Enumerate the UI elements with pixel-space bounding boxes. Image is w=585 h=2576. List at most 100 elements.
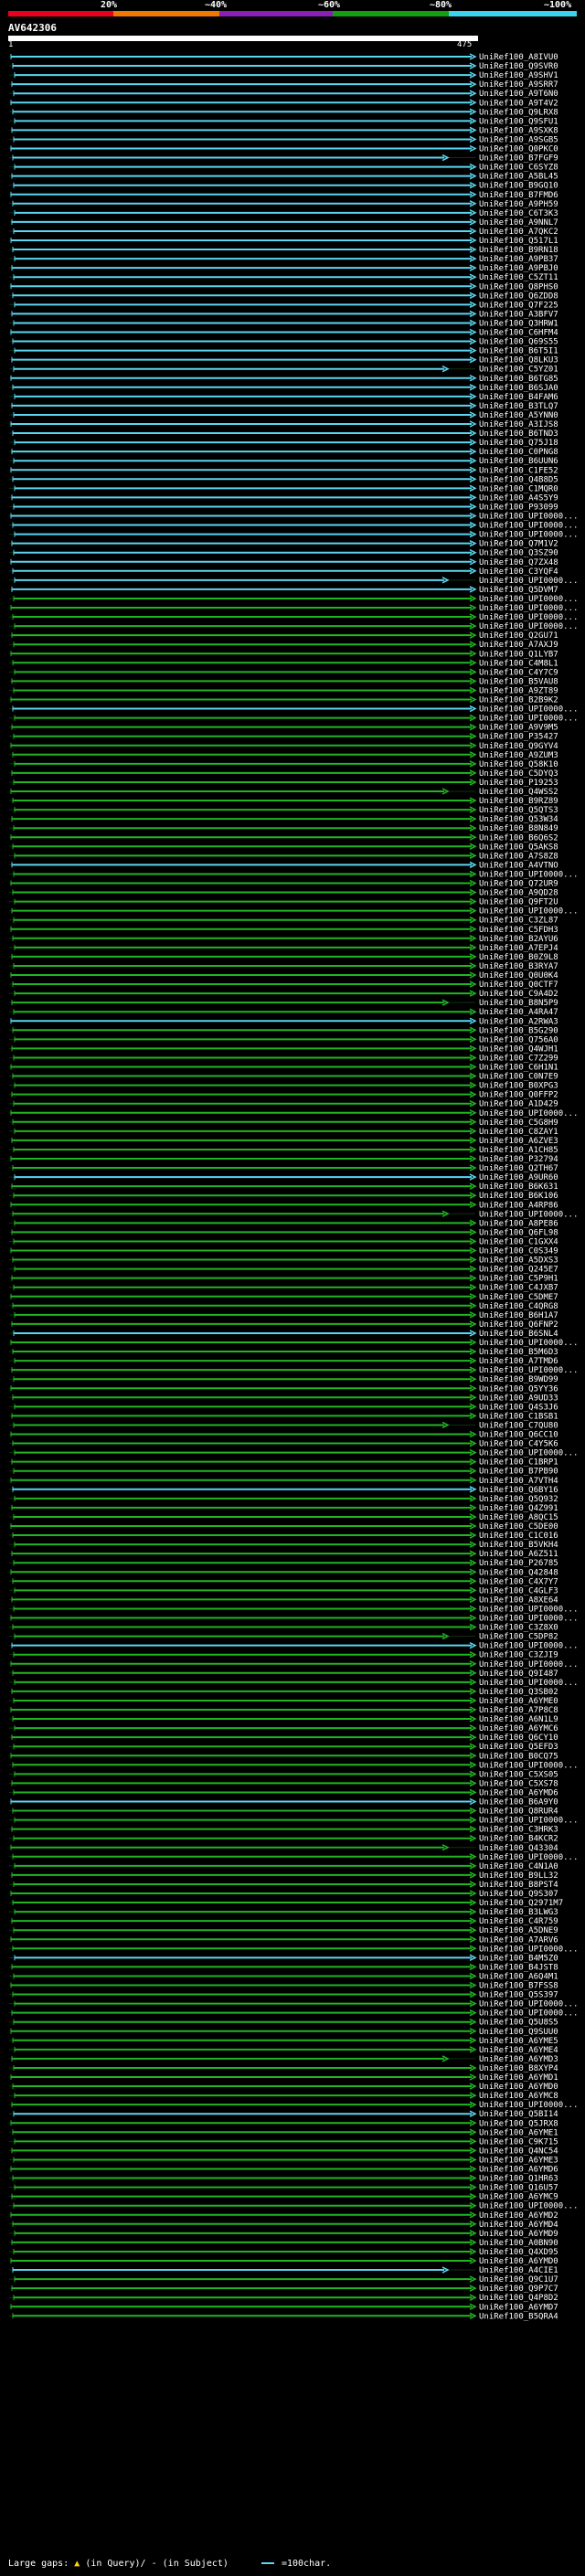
hit-label[interactable]: UniRef100_A3IJS8 [479, 420, 558, 429]
hit-label[interactable]: UniRef100_Q517L1 [479, 237, 558, 246]
hit-label[interactable]: UniRef100_C1BSB1 [479, 1412, 558, 1421]
hit-label[interactable]: UniRef100_A1CH85 [479, 1146, 558, 1155]
hit-label[interactable]: UniRef100_A4RP86 [479, 1201, 558, 1210]
hit-label[interactable]: UniRef100_Q43304 [479, 1844, 558, 1853]
hit-label[interactable]: UniRef100_Q4XD95 [479, 2248, 558, 2257]
hit-label[interactable]: UniRef100_A6YME0 [479, 1697, 558, 1706]
hit-label[interactable]: UniRef100_B6SNL4 [479, 1330, 558, 1339]
hit-label[interactable]: UniRef100_B4JST8 [479, 1963, 558, 1972]
hit-label[interactable]: UniRef100_C5DP82 [479, 1633, 558, 1642]
hit-label[interactable]: UniRef100_UPI0000... [479, 1366, 578, 1375]
hit-label[interactable]: UniRef100_Q3SZ90 [479, 549, 558, 558]
hit-label[interactable]: UniRef100_C0N7E9 [479, 1073, 558, 1082]
hit-label[interactable]: UniRef100_A6N1L9 [479, 1715, 558, 1724]
hit-label[interactable]: UniRef100_C4N1A0 [479, 1862, 558, 1871]
hit-label[interactable]: UniRef100_UPI0000... [479, 513, 578, 522]
hit-label[interactable]: UniRef100_Q6FL98 [479, 1228, 558, 1237]
hit-label[interactable]: UniRef100_C4Y5K6 [479, 1440, 558, 1449]
hit-label[interactable]: UniRef100_A9PB37 [479, 255, 558, 264]
hit-label[interactable]: UniRef100_Q4Z991 [479, 1504, 558, 1513]
hit-label[interactable]: UniRef100_A6YME3 [479, 2156, 558, 2165]
hit-label[interactable]: UniRef100_A9QD28 [479, 889, 558, 898]
hit-label[interactable]: UniRef100_B9RN18 [479, 246, 558, 255]
hit-label[interactable]: UniRef100_C1FE52 [479, 466, 558, 475]
hit-label[interactable]: UniRef100_UPI0000... [479, 1642, 578, 1651]
hit-label[interactable]: UniRef100_A6YMD4 [479, 2221, 558, 2230]
hit-label[interactable]: UniRef100_A2RWA3 [479, 1017, 558, 1026]
hit-label[interactable]: UniRef100_A9PH59 [479, 200, 558, 209]
hit-label[interactable]: UniRef100_C6T3K3 [479, 209, 558, 218]
hit-label[interactable]: UniRef100_Q2GU71 [479, 631, 558, 641]
hit-label[interactable]: UniRef100_A4CIE1 [479, 2266, 558, 2275]
hit-label[interactable]: UniRef100_A5DNE9 [479, 1926, 558, 1935]
hit-label[interactable]: UniRef100_B6TG85 [479, 375, 558, 384]
hit-label[interactable]: UniRef100_A6YMD7 [479, 2303, 558, 2312]
hit-label[interactable]: UniRef100_Q5DVM7 [479, 586, 558, 595]
hit-label[interactable]: UniRef100_Q5YY36 [479, 1384, 558, 1394]
hit-label[interactable]: UniRef100_Q4WJH1 [479, 1044, 558, 1054]
hit-label[interactable]: UniRef100_B2B9K2 [479, 696, 558, 705]
hit-label[interactable]: UniRef100_Q9SFU1 [479, 117, 558, 126]
hit-label[interactable]: UniRef100_B8PST4 [479, 1881, 558, 1890]
hit-label[interactable]: UniRef100_B8XYP4 [479, 2064, 558, 2073]
hit-label[interactable]: UniRef100_A5DXS3 [479, 1256, 558, 1266]
hit-label[interactable]: UniRef100_A9V9M5 [479, 724, 558, 733]
hit-label[interactable]: UniRef100_Q8PHS0 [479, 282, 558, 292]
hit-label[interactable]: UniRef100_Q6ZDD8 [479, 292, 558, 301]
hit-label[interactable]: UniRef100_A4VTNO [479, 861, 558, 870]
hit-label[interactable]: UniRef100_B9GQ10 [479, 182, 558, 191]
hit-label[interactable]: UniRef100_Q8RUR4 [479, 1807, 558, 1817]
hit-label[interactable]: UniRef100_B3LWG3 [479, 1908, 558, 1917]
hit-label[interactable]: UniRef100_C4JXB7 [479, 1284, 558, 1293]
hit-label[interactable]: UniRef100_A6YMD9 [479, 2230, 558, 2239]
hit-label[interactable]: UniRef100_UPI0000... [479, 705, 578, 715]
hit-label[interactable]: UniRef100_B4FAM6 [479, 393, 558, 402]
hit-label[interactable]: UniRef100_A9ZUM3 [479, 751, 558, 760]
hit-label[interactable]: UniRef100_B5M6D3 [479, 1348, 558, 1357]
hit-label[interactable]: UniRef100_A9ZT89 [479, 686, 558, 695]
hit-label[interactable]: UniRef100_A6YMD6 [479, 2166, 558, 2175]
hit-label[interactable]: UniRef100_B5G290 [479, 1026, 558, 1035]
hit-label[interactable]: UniRef100_B6K631 [479, 1182, 558, 1192]
hit-label[interactable]: UniRef100_A8PE86 [479, 1219, 558, 1228]
hit-label[interactable]: UniRef100_Q9LRX8 [479, 108, 558, 117]
hit-label[interactable]: UniRef100_Q4S3J6 [479, 1403, 558, 1412]
hit-label[interactable]: UniRef100_Q1LYB7 [479, 650, 558, 659]
hit-label[interactable]: UniRef100_A6Z511 [479, 1550, 558, 1559]
hit-label[interactable]: UniRef100_A6YMC8 [479, 2092, 558, 2101]
hit-label[interactable]: UniRef100_C5P9H1 [479, 1275, 558, 1284]
hit-label[interactable]: UniRef100_UPI0000... [479, 715, 578, 724]
hit-label[interactable]: UniRef100_Q4WSS2 [479, 788, 558, 797]
hit-label[interactable]: UniRef100_Q6CY10 [479, 1733, 558, 1743]
hit-label[interactable]: UniRef100_Q0CTF7 [479, 981, 558, 990]
hit-label[interactable]: UniRef100_C3Z8X0 [479, 1624, 558, 1633]
hit-label[interactable]: UniRef100_A8IVU0 [479, 53, 558, 62]
hit-label[interactable]: UniRef100_Q7F225 [479, 301, 558, 310]
hit-label[interactable]: UniRef100_UPI0000... [479, 1109, 578, 1118]
hit-label[interactable]: UniRef100_Q69S55 [479, 338, 558, 347]
hit-label[interactable]: UniRef100_Q3HRW1 [479, 319, 558, 328]
hit-label[interactable]: UniRef100_UPI0000... [479, 2101, 578, 2110]
hit-label[interactable]: UniRef100_B3TLQ7 [479, 402, 558, 411]
hit-label[interactable]: UniRef100_UPI0000... [479, 1761, 578, 1770]
hit-label[interactable]: UniRef100_C5DME7 [479, 1293, 558, 1302]
hit-label[interactable]: UniRef100_A5YNN0 [479, 411, 558, 420]
hit-label[interactable]: UniRef100_UPI0000... [479, 870, 578, 879]
hit-label[interactable]: UniRef100_UPI0000... [479, 1945, 578, 1954]
hit-label[interactable]: UniRef100_A5BL45 [479, 173, 558, 182]
hit-label[interactable]: UniRef100_UPI0000... [479, 1449, 578, 1458]
hit-label[interactable]: UniRef100_C3ZJI9 [479, 1651, 558, 1660]
hit-label[interactable]: UniRef100_Q9FT2U [479, 898, 558, 907]
hit-label[interactable]: UniRef100_B9RZ89 [479, 797, 558, 806]
hit-label[interactable]: UniRef100_B6H1A7 [479, 1311, 558, 1320]
hit-label[interactable]: UniRef100_A6YMD6 [479, 1788, 558, 1797]
hit-label[interactable]: UniRef100_A9NNL7 [479, 218, 558, 228]
hit-label[interactable]: UniRef100_C7Z299 [479, 1054, 558, 1063]
hit-label[interactable]: UniRef100_A7S8Z8 [479, 852, 558, 861]
hit-label[interactable]: UniRef100_Q756A0 [479, 1035, 558, 1044]
hit-label[interactable]: UniRef100_A4RA47 [479, 1008, 558, 1017]
hit-label[interactable]: UniRef100_A6ZVE3 [479, 1137, 558, 1146]
hit-label[interactable]: UniRef100_Q9SVR0 [479, 62, 558, 71]
hit-label[interactable]: UniRef100_Q72UR9 [479, 880, 558, 889]
hit-label[interactable]: UniRef100_UPI0000... [479, 577, 578, 586]
